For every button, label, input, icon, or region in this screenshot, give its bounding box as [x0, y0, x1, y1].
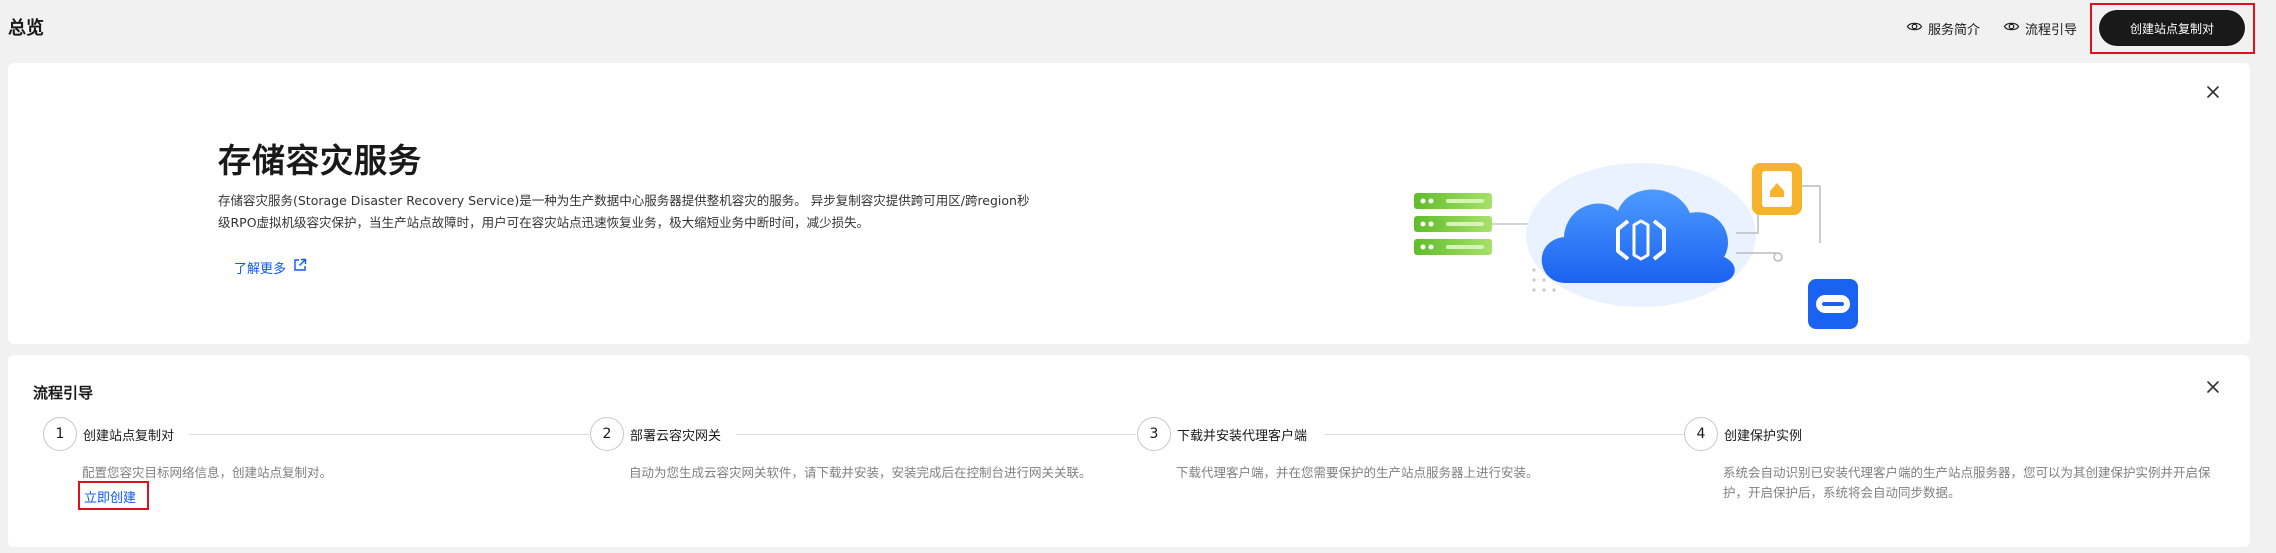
- server-stack-icon: [1414, 193, 1492, 255]
- step-connector: [189, 434, 589, 435]
- create-site-pair-button[interactable]: 创建站点复制对: [2099, 10, 2245, 46]
- guide-step-4: 4 创建保护实例: [1684, 417, 2224, 451]
- storage-drive-icon: [1808, 279, 1858, 329]
- step-label: 下载并安装代理客户端: [1177, 429, 1308, 444]
- service-description: 存储容灾服务(Storage Disaster Recovery Service…: [218, 193, 1030, 230]
- step-number: 3: [1137, 417, 1171, 451]
- step-connector: [1324, 434, 1684, 435]
- step-label: 创建保护实例: [1724, 429, 1803, 444]
- learn-more-link[interactable]: 了解更多: [234, 257, 308, 277]
- service-intro-panel: 存储容灾服务 存储容灾服务(Storage Disaster Recovery …: [8, 63, 2250, 344]
- step-number: 4: [1684, 417, 1718, 451]
- step-description: 配置您容灾目标网络信息，创建站点复制对。: [82, 465, 333, 480]
- step-description: 下载代理客户端，并在您需要保护的生产站点服务器上进行安装。: [1176, 465, 1539, 480]
- page-title: 总览: [8, 18, 44, 39]
- service-title: 存储容灾服务: [218, 141, 422, 180]
- step-number: 1: [43, 417, 77, 451]
- step-label: 部署云容灾网关: [630, 429, 722, 444]
- cloud-icon: [1526, 163, 1756, 307]
- close-icon[interactable]: [2204, 378, 2222, 396]
- process-guide-link[interactable]: 流程引导: [2003, 18, 2077, 39]
- top-bar: 总览 服务简介 流程引导 创建站点复制对: [0, 0, 2276, 56]
- disaster-recovery-illustration: [1414, 163, 1858, 329]
- service-intro-label: 服务简介: [1928, 23, 1981, 38]
- create-now-highlight: 立即创建: [78, 481, 149, 510]
- external-link-icon: [292, 257, 308, 277]
- eye-icon: [1906, 18, 1923, 39]
- create-button-highlight: 创建站点复制对: [2090, 3, 2255, 54]
- guide-step-3: 3 下载并安装代理客户端: [1137, 417, 1685, 451]
- service-intro-link[interactable]: 服务简介: [1906, 18, 1980, 39]
- eye-icon: [2003, 18, 2020, 39]
- guide-step-2: 2 部署云容灾网关: [590, 417, 1138, 451]
- guide-step-1: 1 创建站点复制对: [43, 417, 591, 451]
- step-label: 创建站点复制对: [83, 429, 175, 444]
- step-description: 自动为您生成云容灾网关软件，请下载并安装，安装完成后在控制台进行网关关联。: [629, 465, 1092, 480]
- step-number: 2: [590, 417, 624, 451]
- process-guide-label: 流程引导: [2025, 23, 2078, 38]
- step-connector: [736, 434, 1136, 435]
- close-icon[interactable]: [2204, 83, 2222, 101]
- create-now-link[interactable]: 立即创建: [84, 487, 136, 506]
- learn-more-label: 了解更多: [234, 261, 287, 277]
- process-guide-panel: 流程引导 1 创建站点复制对 配置您容灾目标网络信息，创建站点复制对。 立即创建…: [8, 355, 2250, 547]
- guide-title: 流程引导: [33, 384, 94, 402]
- document-icon: [1752, 163, 1802, 215]
- step-description: 系统会自动识别已安装代理客户端的生产站点服务器，您可以为其创建保护实例并开启保护…: [1723, 465, 2211, 500]
